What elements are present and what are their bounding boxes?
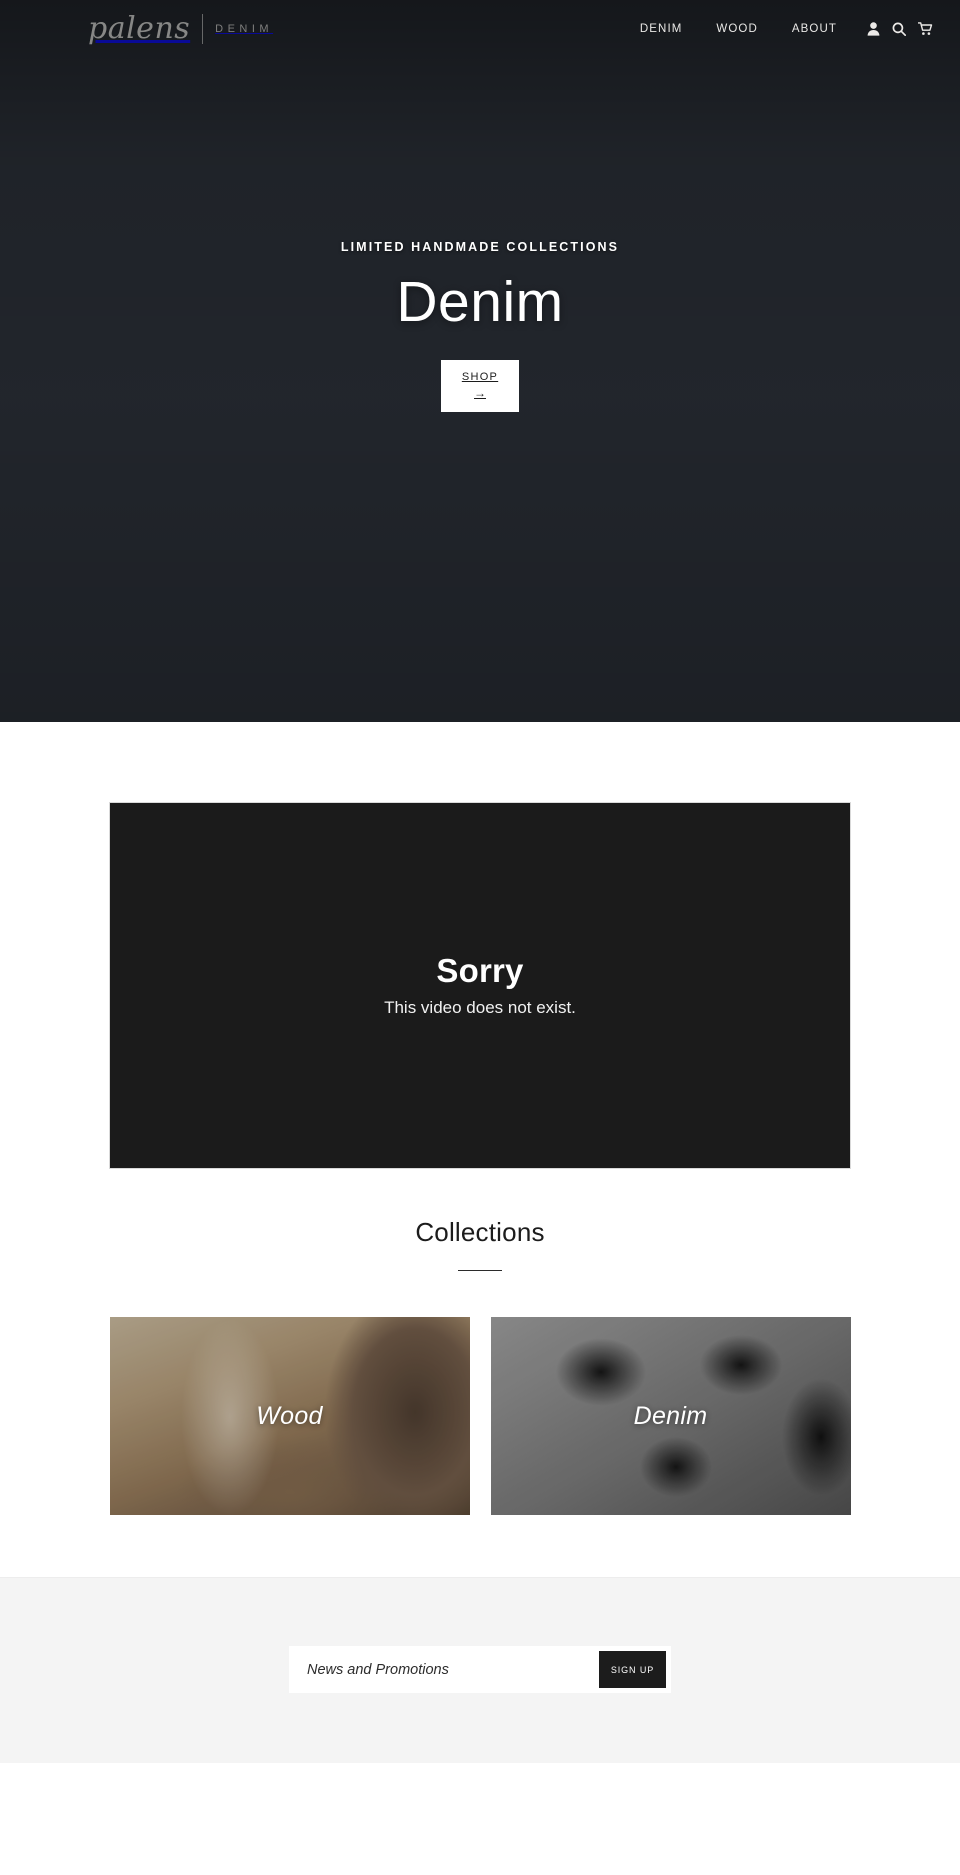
site-header: palens DENIM DENIM WOOD ABOUT: [0, 0, 960, 58]
video-error-title: Sorry: [436, 952, 524, 990]
collection-card-row: Wood Denim: [0, 1317, 960, 1577]
collection-card-wood[interactable]: Wood: [109, 1317, 470, 1515]
main-navigation: DENIM WOOD ABOUT: [623, 16, 938, 42]
newsletter-section: SIGN UP: [0, 1577, 960, 1763]
newsletter-email-input[interactable]: [289, 1646, 599, 1693]
newsletter-signup-button[interactable]: SIGN UP: [599, 1651, 666, 1688]
header-icon-group: [860, 16, 938, 42]
nav-item-wood[interactable]: WOOD: [699, 23, 774, 35]
heading-divider: [458, 1270, 502, 1271]
site-logo[interactable]: palens DENIM: [88, 14, 273, 44]
collection-card-label: Wood: [256, 1401, 323, 1430]
video-section: Sorry This video does not exist.: [0, 722, 960, 1169]
collection-card-denim[interactable]: Denim: [490, 1317, 851, 1515]
account-icon[interactable]: [860, 16, 886, 42]
logo-divider: [202, 14, 204, 44]
collections-section: Collections Wood Denim: [0, 1169, 960, 1577]
collections-heading: Collections: [415, 1217, 545, 1247]
hero-kicker: LIMITED HANDMADE COLLECTIONS: [340, 240, 620, 254]
footer-spacer: [0, 1763, 960, 1835]
collection-card-label: Denim: [633, 1401, 708, 1430]
newsletter-form: SIGN UP: [289, 1646, 671, 1693]
search-icon[interactable]: [886, 16, 912, 42]
logo-wordmark: palens: [88, 11, 191, 46]
nav-item-about[interactable]: ABOUT: [775, 23, 854, 35]
logo-subtitle: DENIM: [215, 23, 274, 35]
video-player-placeholder[interactable]: Sorry This video does not exist.: [109, 802, 851, 1169]
shop-button-label: SHOP: [461, 370, 499, 383]
video-error-message: This video does not exist.: [384, 997, 576, 1017]
cart-icon[interactable]: [912, 16, 938, 42]
nav-item-denim[interactable]: DENIM: [623, 23, 700, 35]
page-root: palens DENIM DENIM WOOD ABOUT LIMITED HA…: [0, 0, 960, 1835]
shop-button[interactable]: SHOP →: [441, 359, 519, 412]
hero-content: LIMITED HANDMADE COLLECTIONS Denim SHOP …: [0, 240, 960, 412]
arrow-right-icon: →: [474, 385, 486, 400]
hero-title: Denim: [396, 270, 564, 334]
hero-banner: palens DENIM DENIM WOOD ABOUT LIMITED HA…: [0, 0, 960, 722]
